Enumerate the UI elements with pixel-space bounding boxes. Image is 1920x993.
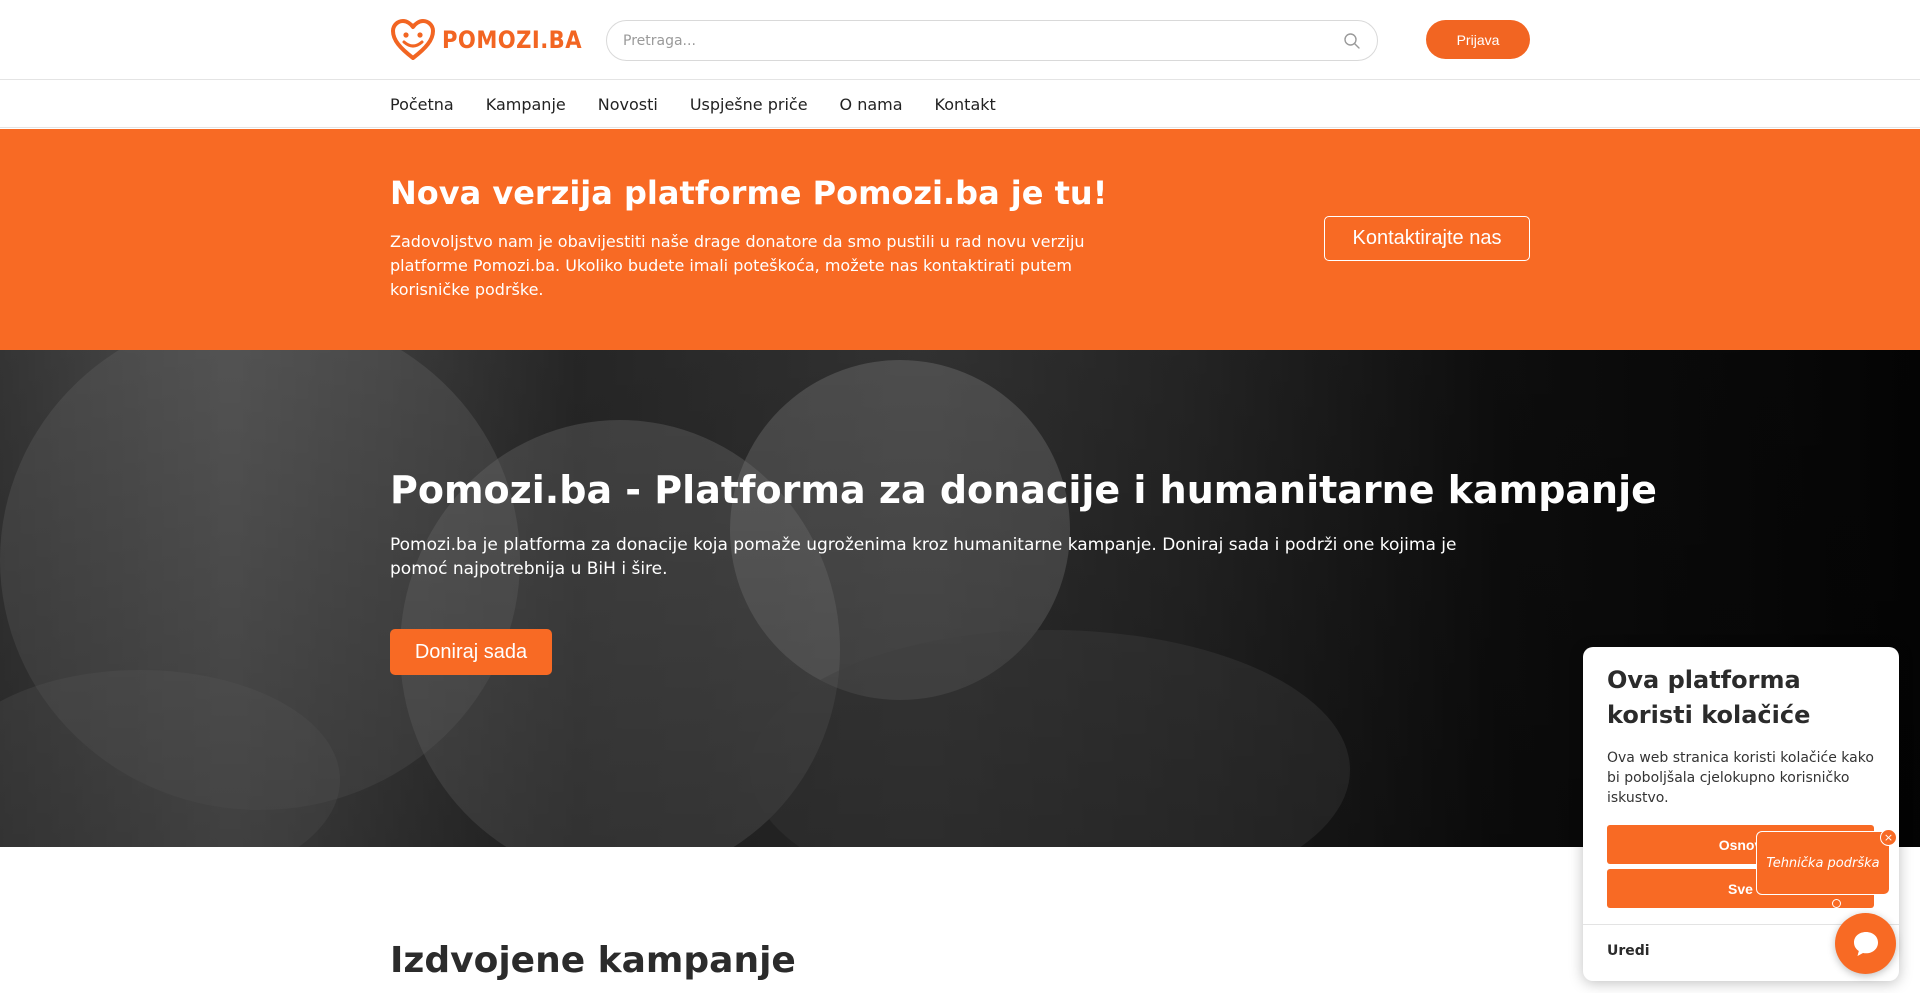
nav-menu: Početna Kampanje Novosti Uspješne priče … (390, 80, 996, 128)
cookie-text: Ova web stranica koristi kolačiće kako b… (1607, 750, 1874, 806)
announcement-title: Nova verzija platforme Pomozi.ba je tu! (390, 174, 1108, 212)
search-input[interactable] (623, 32, 1323, 49)
main-navigation: Početna Kampanje Novosti Uspješne priče … (0, 80, 1920, 128)
support-bubble[interactable]: Tehnička podrška (1756, 831, 1890, 895)
featured-campaigns-title: Izdvojene kampanje (390, 940, 796, 981)
announcement-banner: Nova verzija platforme Pomozi.ba je tu! … (0, 129, 1920, 350)
site-logo[interactable]: POMOZI.BA (390, 18, 601, 62)
search-bar (606, 20, 1378, 61)
search-icon[interactable] (1343, 32, 1361, 50)
nav-item-pocetna[interactable]: Početna (390, 95, 454, 114)
donate-now-button[interactable]: Doniraj sada (390, 629, 552, 675)
announcement-text: Zadovoljstvo nam je obavijestiti naše dr… (390, 232, 1085, 299)
heart-logo-icon (391, 19, 435, 60)
login-button[interactable]: Prijava (1426, 20, 1530, 59)
nav-item-uspjesne-price[interactable]: Uspješne priče (690, 95, 808, 114)
nav-item-novosti[interactable]: Novosti (598, 95, 658, 114)
chat-button[interactable] (1835, 913, 1896, 974)
nav-item-kontakt[interactable]: Kontakt (935, 95, 996, 114)
hero-title: Pomozi.ba - Platforma za donacije i huma… (390, 468, 1657, 512)
contact-us-button[interactable]: Kontaktirajte nas (1324, 216, 1530, 261)
cookie-title: Ova platforma koristi kolačiće (1607, 666, 1811, 729)
support-bubble-text: Tehnička podrška (1766, 855, 1880, 871)
nav-item-kampanje[interactable]: Kampanje (486, 95, 566, 114)
nav-item-o-nama[interactable]: O nama (840, 95, 903, 114)
support-bubble-tail (1832, 899, 1841, 908)
close-icon[interactable]: × (1880, 829, 1897, 846)
hero-text: Pomozi.ba je platforma za donacije koja … (390, 535, 1457, 579)
top-header: POMOZI.BA Prijava (0, 0, 1920, 80)
logo-text: POMOZI.BA (442, 26, 583, 54)
cookie-edit-link[interactable]: Uredi (1607, 943, 1650, 959)
chat-bubble-icon (1853, 931, 1878, 956)
